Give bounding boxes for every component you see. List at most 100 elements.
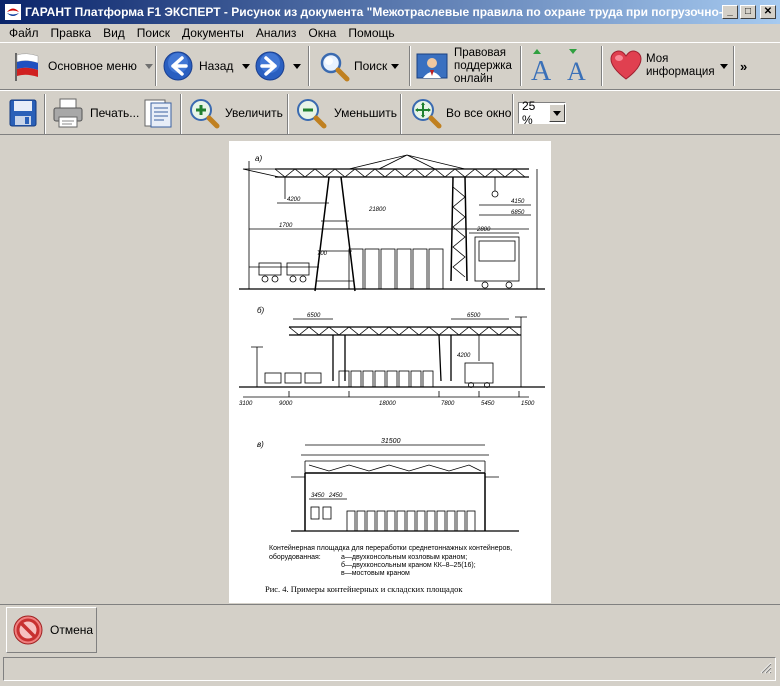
menu-documents[interactable]: Документы [176,26,250,40]
main-toolbar: Основное меню Назад Поиск Правовая подде… [0,42,780,90]
forward-arrow-icon [255,51,285,81]
caption-line-1: Контейнерная площадка для переработки ср… [269,544,512,552]
dim-c-1: 31500 [381,438,401,445]
resize-grip-icon[interactable] [760,662,772,674]
dim-a-5: 4150 [511,199,525,205]
search-dropdown-icon [391,63,400,69]
menu-search[interactable]: Поиск [131,26,176,40]
maximize-icon: □ [744,6,752,17]
font-size-buttons: A A [527,45,593,87]
menu-bar: Файл Правка Вид Поиск Документы Анализ О… [0,24,780,42]
minimize-icon: _ [727,6,733,17]
dim-b-4: 9000 [279,401,293,407]
zoom-in-button[interactable]: Увеличить [188,92,283,134]
svg-text:A: A [567,57,586,84]
floppy-disk-icon [9,99,37,127]
title-bar[interactable]: ГАРАНТ Платформа F1 ЭКСПЕРТ - Рисунок из… [0,0,780,24]
fit-window-icon [412,99,442,129]
legal-support-button[interactable]: Правовая поддержка онлайн [416,45,512,87]
close-button[interactable]: ✕ [760,5,776,19]
document-figure: а) 4200 21800 1700 700 4150 6850 2800 б)… [229,141,551,603]
dim-a-2: 21800 [368,207,386,213]
caption-line-5: в—мостовым краном [341,570,410,577]
my-info-dropdown-icon [719,63,728,69]
print-preview-icon [144,99,172,128]
dim-c-2: 3450 [311,493,325,499]
back-label: Назад [199,59,234,73]
legal-support-line-2: поддержка [454,59,512,72]
fit-window-button[interactable]: Во все окно [410,92,511,134]
dim-a-3: 1700 [279,223,293,229]
search-label: Поиск [354,59,388,73]
my-info-line-2: информация [646,66,715,78]
caption-line-4: б—двухконсольным краном КК–8–25(16); [341,561,476,569]
russian-flag-icon [15,53,39,81]
zoom-in-icon [190,99,220,129]
maximize-button[interactable]: □ [740,5,756,19]
bottom-panel: Отмена [0,604,780,654]
panel-b-label: б) [257,306,265,315]
main-menu-button[interactable]: Основное меню [10,45,153,87]
crane-drawing: а) 4200 21800 1700 700 4150 6850 2800 б)… [239,154,545,594]
dim-c-3: 2450 [328,493,343,499]
font-increase-icon[interactable]: A [527,48,557,84]
minimize-button[interactable]: _ [722,5,738,19]
main-menu-label: Основное меню [48,59,137,73]
zoom-dropdown-button[interactable] [549,104,565,122]
printer-icon [53,98,83,128]
dim-a-4: 700 [317,251,328,257]
forward-history-dropdown-icon[interactable] [293,63,301,69]
fit-window-label: Во все окно [446,106,512,120]
caption-line-3: а—двухконсольным козловым краном; [341,554,467,561]
status-bar [3,657,776,681]
zoom-out-icon [297,99,327,129]
dim-a-6: 6850 [511,210,525,216]
save-button[interactable] [8,92,38,134]
support-person-icon [416,53,448,79]
cancel-label: Отмена [50,623,94,637]
dim-b-1: 6500 [307,313,321,319]
image-toolbar: Печать... Увеличить Уменьшить Во все окн… [0,90,780,135]
chevron-right-double-icon: » [740,58,748,74]
dim-a-1: 4200 [287,197,301,203]
toolbar-overflow-button[interactable]: » [740,45,747,87]
dim-b-9: 3100 [239,401,253,407]
dim-b-7: 5450 [481,401,495,407]
my-info-line-1: Моя [646,53,669,65]
search-icon [320,52,350,82]
window-title: ГАРАНТ Платформа F1 ЭКСПЕРТ - Рисунок из… [25,5,722,19]
legal-support-line-1: Правовая [454,46,507,59]
chevron-down-icon [144,63,153,69]
menu-help[interactable]: Помощь [342,26,400,40]
menu-view[interactable]: Вид [97,26,131,40]
menu-windows[interactable]: Окна [302,26,342,40]
menu-file[interactable]: Файл [3,26,45,40]
cancel-icon [13,615,43,645]
menu-edit[interactable]: Правка [45,26,98,40]
figure-title: Рис. 4. Примеры контейнерных и складских… [265,584,463,594]
forward-button[interactable] [254,45,301,87]
dim-b-5: 18000 [379,401,396,407]
image-viewer[interactable]: а) 4200 21800 1700 700 4150 6850 2800 б)… [0,136,780,604]
dim-b-8: 1500 [521,401,535,407]
search-button[interactable]: Поиск [318,45,400,87]
menu-analysis[interactable]: Анализ [250,26,303,40]
my-information-button[interactable]: Моя информация [610,45,728,87]
panel-a-label: а) [255,154,262,163]
print-label: Печать... [90,106,140,120]
zoom-out-label: Уменьшить [334,106,397,120]
back-button[interactable]: Назад [162,45,251,87]
dim-b-6: 7800 [441,401,455,407]
zoom-level-select[interactable]: 25 % [518,99,566,127]
zoom-level-value: 25 % [522,99,536,127]
chevron-down-icon [553,110,561,116]
legal-support-line-3: онлайн [454,72,493,85]
print-button[interactable]: Печать... [52,92,139,134]
dim-b-3: 4200 [457,353,471,359]
font-decrease-icon[interactable]: A [563,48,593,84]
dim-b-2: 6500 [467,313,481,319]
cancel-button[interactable]: Отмена [6,607,97,653]
print-preview-button[interactable] [142,92,174,134]
zoom-out-button[interactable]: Уменьшить [295,92,397,134]
back-history-dropdown-icon[interactable] [242,63,251,69]
